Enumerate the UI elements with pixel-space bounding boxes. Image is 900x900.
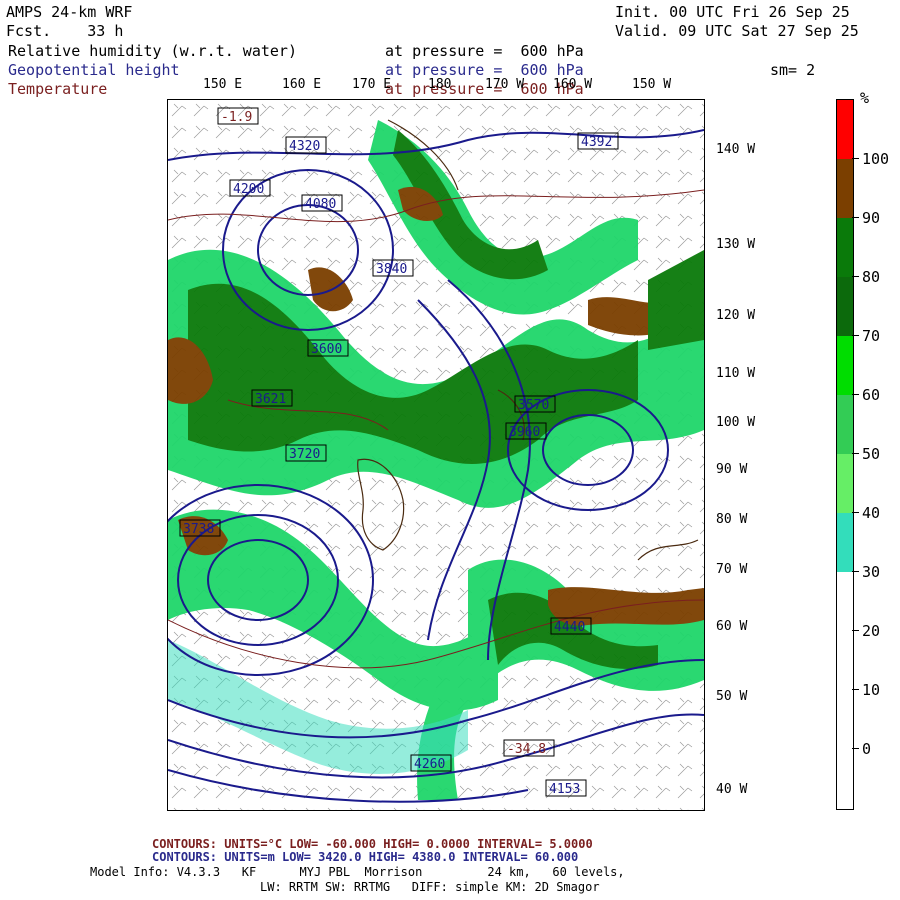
height-label: 4440 (550, 617, 592, 635)
field-height-label: Geopotential height (8, 61, 180, 79)
init-time: Init. 00 UTC Fri 26 Sep 25 (615, 3, 850, 21)
field-rh-level: at pressure = 600 hPa (385, 42, 584, 60)
colorbar-tick (852, 276, 859, 277)
colorbar-band-60-70 (837, 277, 853, 336)
colorbar-label: 70 (862, 327, 881, 345)
svg-text:4080: 4080 (305, 197, 336, 212)
svg-text:4153: 4153 (549, 782, 580, 797)
colorbar-label: 90 (862, 209, 881, 227)
colorbar-band-70-80 (837, 218, 853, 277)
colorbar-band-20-30 (837, 513, 853, 572)
height-label: 3720 (285, 444, 327, 462)
lon-label: 150 W (632, 77, 672, 92)
height-label: 4153 (545, 779, 587, 797)
height-label: 3738 (179, 519, 221, 537)
colorbar-tick (852, 748, 859, 749)
physics-info: LW: RRTM SW: RRTMG DIFF: simple KM: 2D S… (260, 880, 600, 894)
height-label: 4200 (229, 179, 271, 197)
lat-label: 60 W (716, 619, 748, 634)
colorbar-label: 0 (862, 740, 872, 758)
svg-text:3840: 3840 (376, 262, 407, 277)
colorbar-tick (852, 217, 859, 218)
lat-label: 110 W (716, 366, 756, 381)
svg-text:-1.9: -1.9 (221, 110, 252, 125)
valid-time: Valid. 09 UTC Sat 27 Sep 25 (615, 22, 859, 40)
humidity-colorbar (836, 99, 854, 810)
height-label: 4392 (577, 132, 619, 150)
temperature-label: -1.9 (217, 107, 259, 125)
colorbar-tick (852, 158, 859, 159)
lon-label: 180 (428, 77, 452, 92)
svg-text:4320: 4320 (289, 139, 320, 154)
height-label: 4260 (410, 754, 452, 772)
colorbar-tick (852, 630, 859, 631)
colorbar-band-80-90 (837, 159, 853, 218)
lon-label: 160 W (553, 77, 593, 92)
colorbar-tick (852, 335, 859, 336)
svg-text:4392: 4392 (581, 135, 612, 150)
colorbar-tick (852, 512, 859, 513)
colorbar-unit: % (860, 89, 870, 107)
colorbar-tick (852, 453, 859, 454)
colorbar-label: 30 (862, 563, 881, 581)
lon-label: 160 E (282, 77, 322, 92)
height-label: 3600 (307, 339, 349, 357)
colorbar-label: 10 (862, 681, 881, 699)
field-rh-label: Relative humidity (w.r.t. water) (8, 42, 297, 60)
weather-map: 4320 4200 4080 3960 3840 3720 3600 4392 … (142, 100, 705, 810)
colorbar-tick (852, 571, 859, 572)
height-label: 3840 (372, 259, 414, 277)
lat-label: 100 W (716, 415, 756, 430)
svg-text:3621: 3621 (255, 392, 286, 407)
colorbar-band-0-20 (837, 572, 853, 809)
svg-text:4200: 4200 (233, 182, 264, 197)
forecast-hour: Fcst. 33 h (6, 22, 124, 40)
height-contour-info: CONTOURS: UNITS=m LOW= 3420.0 HIGH= 4380… (152, 850, 579, 864)
colorbar-band-40-50 (837, 395, 853, 454)
colorbar-label: 60 (862, 386, 881, 404)
lat-label: 40 W (716, 782, 748, 797)
smoothing-label: sm= 2 (770, 61, 816, 79)
colorbar-label: 40 (862, 504, 881, 522)
height-label: 3570 (514, 395, 556, 413)
lon-label: 150 E (203, 77, 243, 92)
height-label: 3960 (505, 422, 547, 440)
svg-text:3600: 3600 (311, 342, 342, 357)
lat-label: 90 W (716, 462, 748, 477)
lon-label: 170 W (485, 77, 525, 92)
svg-text:-34.8: -34.8 (507, 742, 546, 757)
map-panel: 4320 4200 4080 3960 3840 3720 3600 4392 … (142, 99, 705, 811)
colorbar-label: 100 (862, 150, 890, 168)
colorbar-label: 20 (862, 622, 881, 640)
lon-label: 170 E (352, 77, 392, 92)
svg-text:3570: 3570 (518, 398, 549, 413)
colorbar-tick (852, 394, 859, 395)
height-label: 4080 (301, 194, 343, 212)
svg-text:4260: 4260 (414, 757, 445, 772)
height-label: 4320 (285, 136, 327, 154)
lat-label: 120 W (716, 308, 756, 323)
lat-label: 140 W (716, 142, 756, 157)
height-label: 3621 (251, 389, 293, 407)
colorbar-tick (852, 689, 859, 690)
lat-label: 70 W (716, 562, 748, 577)
colorbar-band-30-40 (837, 454, 853, 513)
colorbar-label: 80 (862, 268, 881, 286)
svg-text:3960: 3960 (509, 425, 540, 440)
lat-label: 130 W (716, 237, 756, 252)
svg-text:3720: 3720 (289, 447, 320, 462)
lat-label: 50 W (716, 689, 748, 704)
model-info: Model Info: V4.3.3 KF MYJ PBL Morrison 2… (90, 865, 625, 879)
svg-text:3738: 3738 (183, 522, 214, 537)
lat-label: 80 W (716, 512, 748, 527)
model-title: AMPS 24-km WRF (6, 3, 133, 21)
svg-text:4440: 4440 (554, 620, 585, 635)
colorbar-band-90-100 (837, 100, 853, 159)
colorbar-band-50-60 (837, 336, 853, 395)
colorbar-label: 50 (862, 445, 881, 463)
field-temp-label: Temperature (8, 80, 108, 98)
